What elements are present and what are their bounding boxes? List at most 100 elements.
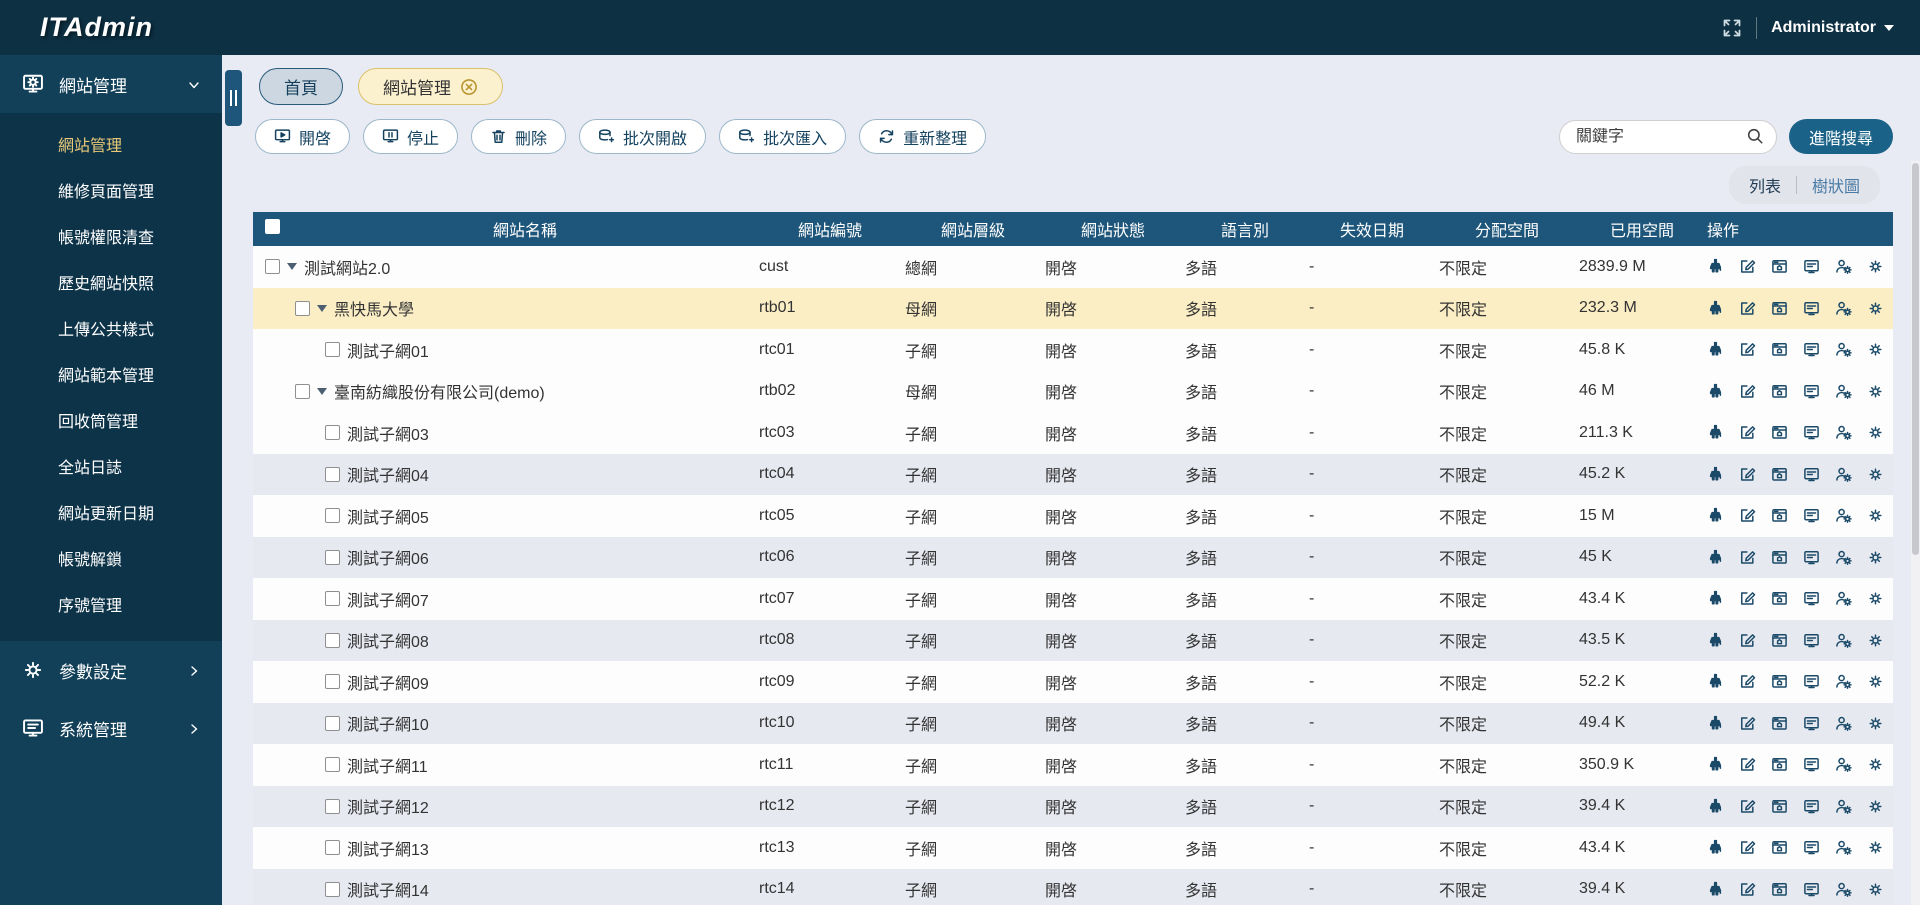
clean-icon[interactable] <box>1707 383 1724 400</box>
sidebar-item-0[interactable]: 網站管理 <box>0 121 222 167</box>
close-circle-icon[interactable] <box>460 77 478 97</box>
edit-icon[interactable] <box>1739 549 1756 566</box>
row-checkbox[interactable] <box>265 259 280 274</box>
clean-icon[interactable] <box>1707 632 1724 649</box>
site-name[interactable]: 測試子網10 <box>347 711 429 735</box>
user-menu[interactable]: Administrator <box>1771 19 1894 37</box>
row-checkbox[interactable] <box>325 674 340 689</box>
user-gear-icon[interactable] <box>1835 590 1852 607</box>
edit-icon[interactable] <box>1739 466 1756 483</box>
sidebar-item-10[interactable]: 序號管理 <box>0 581 222 627</box>
window-icon[interactable] <box>1771 300 1788 317</box>
edit-icon[interactable] <box>1739 673 1756 690</box>
user-gear-icon[interactable] <box>1835 881 1852 898</box>
advanced-search-button[interactable]: 進階搜尋 <box>1789 119 1893 154</box>
site-name[interactable]: 測試子網04 <box>347 462 429 486</box>
settings-gear-icon[interactable] <box>1867 839 1884 856</box>
settings-gear-icon[interactable] <box>1867 549 1884 566</box>
window-icon[interactable] <box>1771 673 1788 690</box>
view-option-list[interactable]: 列表 <box>1749 173 1781 197</box>
edit-icon[interactable] <box>1739 507 1756 524</box>
row-checkbox[interactable] <box>325 799 340 814</box>
clean-icon[interactable] <box>1707 466 1724 483</box>
clean-icon[interactable] <box>1707 300 1724 317</box>
screen-icon[interactable] <box>1803 673 1820 690</box>
settings-gear-icon[interactable] <box>1867 756 1884 773</box>
row-checkbox[interactable] <box>295 301 310 316</box>
edit-icon[interactable] <box>1739 715 1756 732</box>
screen-icon[interactable] <box>1803 798 1820 815</box>
screen-icon[interactable] <box>1803 756 1820 773</box>
user-gear-icon[interactable] <box>1835 798 1852 815</box>
window-icon[interactable] <box>1771 632 1788 649</box>
site-name[interactable]: 測試網站2.0 <box>304 255 390 279</box>
row-checkbox[interactable] <box>325 840 340 855</box>
screen-icon[interactable] <box>1803 341 1820 358</box>
row-checkbox[interactable] <box>295 384 310 399</box>
user-gear-icon[interactable] <box>1835 632 1852 649</box>
clean-icon[interactable] <box>1707 424 1724 441</box>
row-checkbox[interactable] <box>325 591 340 606</box>
screen-icon[interactable] <box>1803 632 1820 649</box>
site-name[interactable]: 測試子網03 <box>347 421 429 445</box>
sidebar-item-4[interactable]: 上傳公共樣式 <box>0 305 222 351</box>
sidebar-item-8[interactable]: 網站更新日期 <box>0 489 222 535</box>
select-all-checkbox[interactable] <box>265 219 280 234</box>
screen-icon[interactable] <box>1803 466 1820 483</box>
sidebar-item-7[interactable]: 全站日誌 <box>0 443 222 489</box>
tab-home[interactable]: 首頁 <box>259 68 343 105</box>
screen-icon[interactable] <box>1803 507 1820 524</box>
sidebar-item-5[interactable]: 網站範本管理 <box>0 351 222 397</box>
site-name[interactable]: 測試子網01 <box>347 338 429 362</box>
screen-icon[interactable] <box>1803 424 1820 441</box>
sidebar-section-parameters[interactable]: 參數設定 <box>0 641 222 699</box>
settings-gear-icon[interactable] <box>1867 466 1884 483</box>
edit-icon[interactable] <box>1739 632 1756 649</box>
clean-icon[interactable] <box>1707 756 1724 773</box>
edit-icon[interactable] <box>1739 881 1756 898</box>
site-name[interactable]: 測試子網14 <box>347 877 429 901</box>
view-option-tree[interactable]: 樹狀圖 <box>1812 173 1860 197</box>
user-gear-icon[interactable] <box>1835 300 1852 317</box>
settings-gear-icon[interactable] <box>1867 507 1884 524</box>
edit-icon[interactable] <box>1739 341 1756 358</box>
screen-icon[interactable] <box>1803 881 1820 898</box>
screen-icon[interactable] <box>1803 300 1820 317</box>
clean-icon[interactable] <box>1707 549 1724 566</box>
row-checkbox[interactable] <box>325 550 340 565</box>
clean-icon[interactable] <box>1707 507 1724 524</box>
toolbar-button-4[interactable]: 批次匯入 <box>719 119 846 154</box>
user-gear-icon[interactable] <box>1835 383 1852 400</box>
settings-gear-icon[interactable] <box>1867 341 1884 358</box>
clean-icon[interactable] <box>1707 258 1724 275</box>
site-name[interactable]: 測試子網07 <box>347 587 429 611</box>
sidebar-item-3[interactable]: 歷史網站快照 <box>0 259 222 305</box>
settings-gear-icon[interactable] <box>1867 300 1884 317</box>
toolbar-button-5[interactable]: 重新整理 <box>859 119 986 154</box>
clean-icon[interactable] <box>1707 839 1724 856</box>
site-name[interactable]: 測試子網11 <box>347 753 428 777</box>
window-icon[interactable] <box>1771 756 1788 773</box>
user-gear-icon[interactable] <box>1835 715 1852 732</box>
row-checkbox[interactable] <box>325 425 340 440</box>
window-icon[interactable] <box>1771 590 1788 607</box>
site-name[interactable]: 測試子網05 <box>347 504 429 528</box>
user-gear-icon[interactable] <box>1835 549 1852 566</box>
tree-expand-caret-icon[interactable] <box>287 263 297 270</box>
site-name[interactable]: 測試子網13 <box>347 836 429 860</box>
site-name[interactable]: 測試子網06 <box>347 545 429 569</box>
site-name[interactable]: 測試子網12 <box>347 794 429 818</box>
clean-icon[interactable] <box>1707 881 1724 898</box>
search-input[interactable] <box>1576 128 1746 146</box>
site-name[interactable]: 測試子網09 <box>347 670 429 694</box>
sidebar-item-9[interactable]: 帳號解鎖 <box>0 535 222 581</box>
user-gear-icon[interactable] <box>1835 424 1852 441</box>
settings-gear-icon[interactable] <box>1867 673 1884 690</box>
toolbar-button-3[interactable]: 批次開啟 <box>579 119 706 154</box>
user-gear-icon[interactable] <box>1835 341 1852 358</box>
settings-gear-icon[interactable] <box>1867 798 1884 815</box>
settings-gear-icon[interactable] <box>1867 632 1884 649</box>
search-icon[interactable] <box>1746 127 1764 145</box>
edit-icon[interactable] <box>1739 756 1756 773</box>
user-gear-icon[interactable] <box>1835 258 1852 275</box>
